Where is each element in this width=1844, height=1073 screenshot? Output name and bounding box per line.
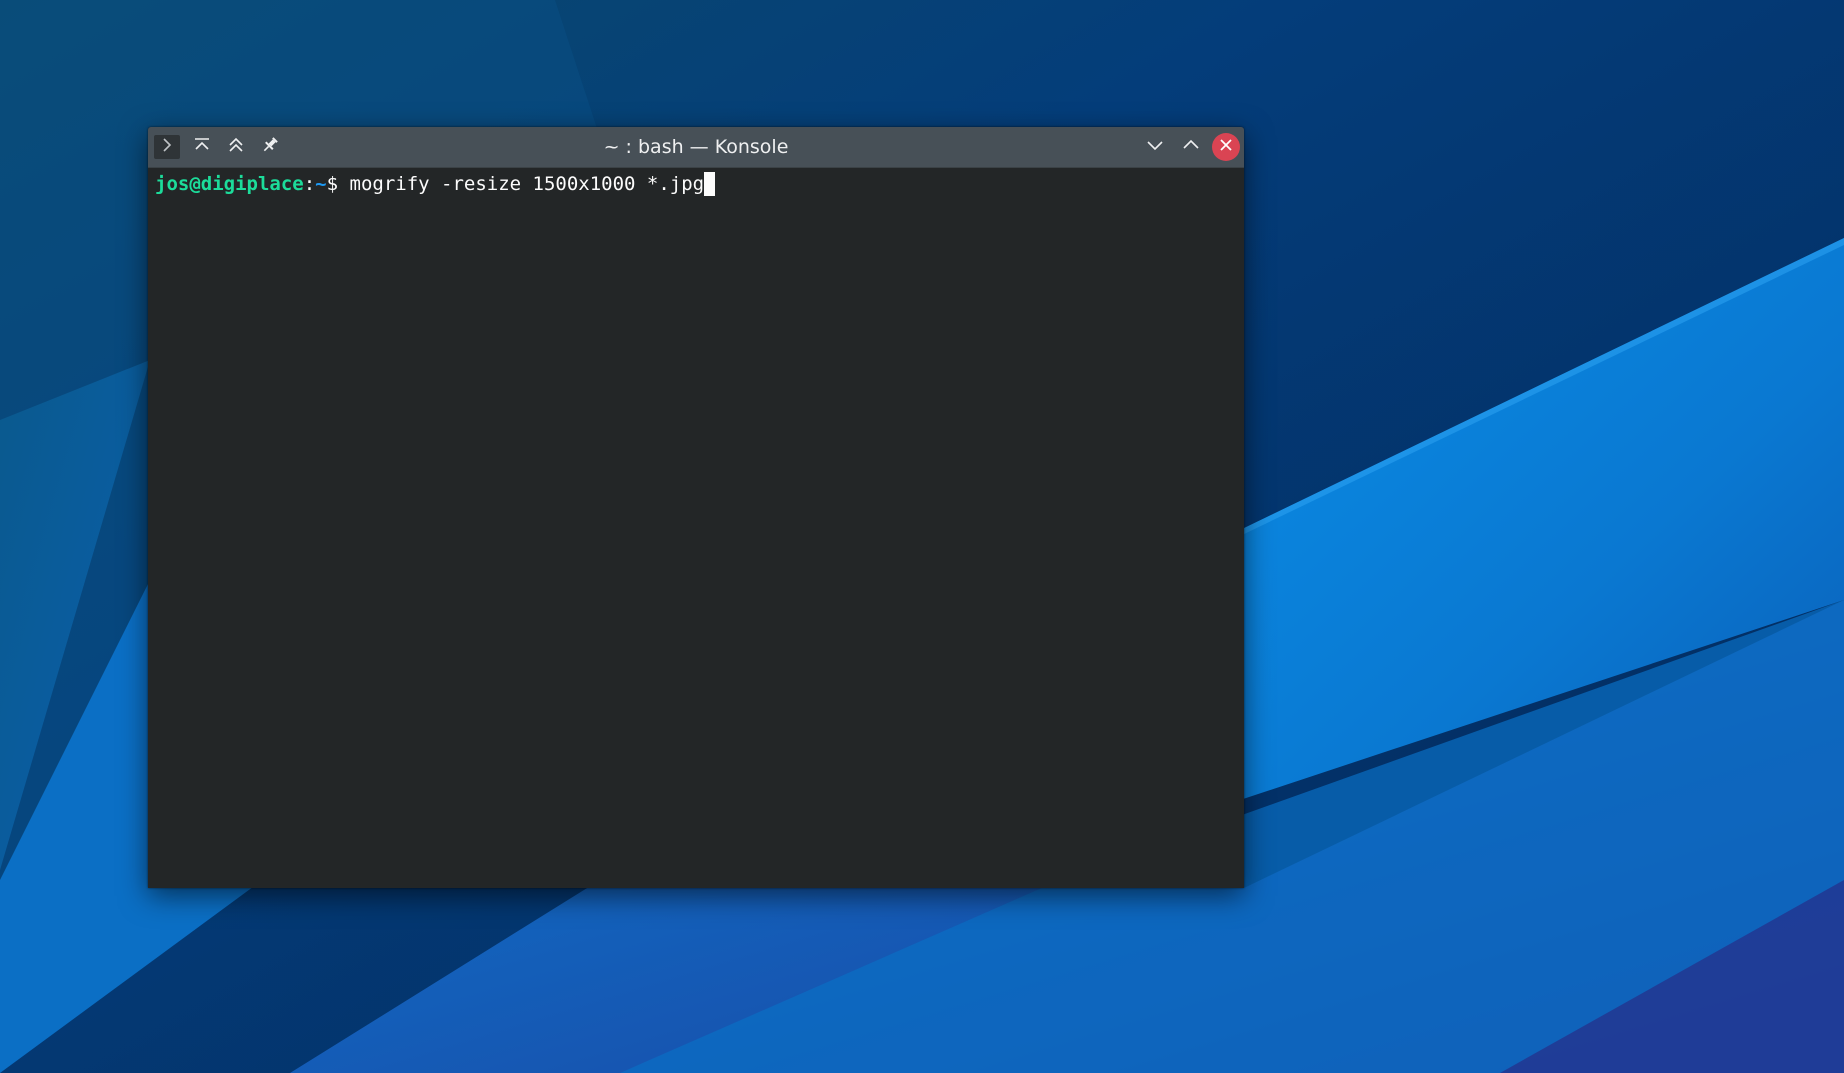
prompt-symbol: $: [326, 173, 350, 195]
minimize-button[interactable]: [1140, 133, 1170, 161]
pin-all-desktops-button[interactable]: [258, 135, 282, 159]
titlebar-left-buttons: [154, 135, 282, 159]
keep-above-others-button[interactable]: [224, 135, 248, 159]
chevron-up-icon: [1182, 136, 1200, 158]
pin-icon: [261, 136, 279, 158]
text-cursor: [704, 172, 716, 196]
double-chevron-up-icon: [227, 136, 245, 158]
command-input[interactable]: mogrify -resize 1500x1000 *.jpg: [350, 173, 705, 195]
app-menu-button[interactable]: [154, 135, 180, 159]
close-button[interactable]: [1212, 133, 1240, 161]
terminal-output[interactable]: jos@digiplace:~$ mogrify -resize 1500x10…: [148, 168, 1244, 888]
konsole-window: ~ : bash — Konsole jos@digiplace:~$ mogr…: [148, 127, 1244, 888]
maximize-button[interactable]: [1176, 133, 1206, 161]
keep-above-icon: [193, 136, 211, 158]
close-icon: [1218, 137, 1234, 157]
titlebar-right-buttons: [1140, 133, 1240, 161]
prompt-user-host: jos@digiplace: [155, 173, 304, 195]
window-titlebar[interactable]: ~ : bash — Konsole: [148, 127, 1244, 168]
terminal-icon: [160, 137, 174, 157]
chevron-down-icon: [1146, 136, 1164, 158]
prompt-separator: :: [303, 173, 316, 195]
window-title: ~ : bash — Konsole: [603, 136, 789, 158]
prompt-path: ~: [315, 173, 327, 195]
keep-above-button[interactable]: [190, 135, 214, 159]
